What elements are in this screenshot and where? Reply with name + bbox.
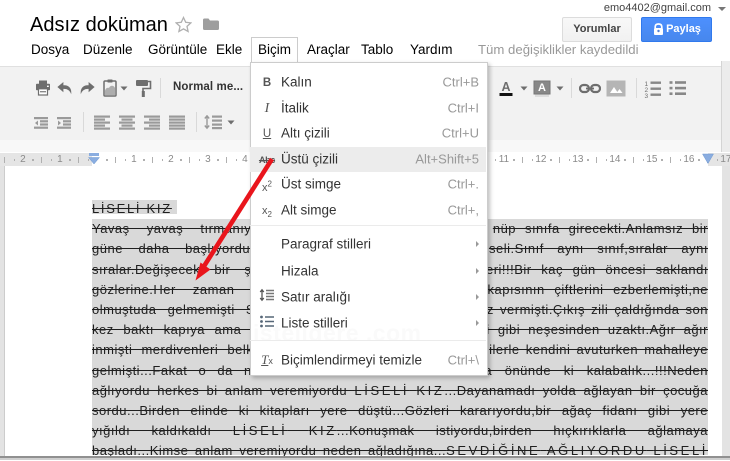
svg-text:A: A — [501, 80, 510, 94]
svg-text:3: 3 — [645, 93, 649, 98]
svg-text:A: A — [538, 82, 546, 94]
